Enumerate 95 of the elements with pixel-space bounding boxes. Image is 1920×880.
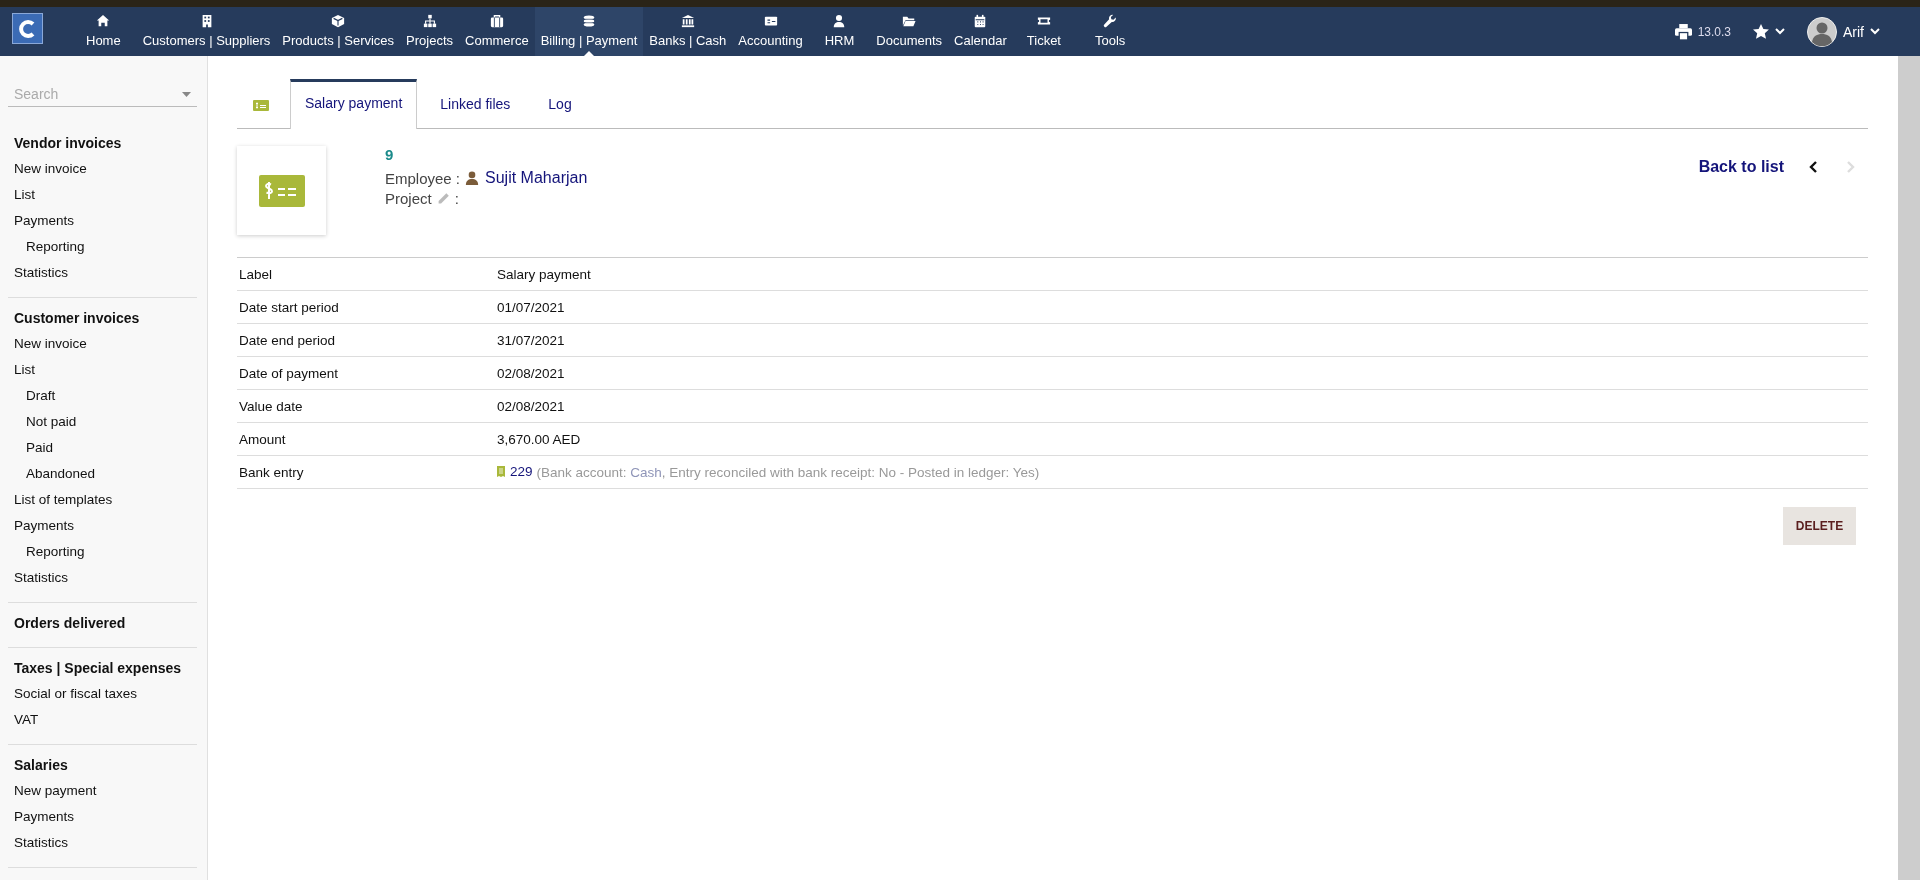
calendar-icon [973, 14, 988, 28]
app-logo[interactable] [12, 13, 43, 44]
tab[interactable]: Log [533, 81, 587, 128]
chevron-left-icon [1809, 161, 1818, 173]
sidebar-section-title[interactable]: Customer invoices [14, 308, 140, 334]
scrollbar[interactable] [1898, 56, 1920, 880]
chevron-right-icon [1846, 161, 1855, 173]
caret-icon [1870, 28, 1880, 35]
folder-icon [902, 14, 917, 28]
field-label: Employee : [385, 169, 461, 187]
nav-menu-item[interactable]: Accounting [732, 7, 809, 56]
nav-menu-item[interactable]: Ticket [1012, 7, 1075, 56]
payment-card-icon [253, 99, 269, 111]
table-cell: Date start period [237, 290, 495, 324]
version-label: 13.0.3 [1697, 24, 1731, 39]
hierarchy-icon [422, 14, 437, 28]
sidebar-item[interactable]: Statistics [14, 568, 68, 594]
sidebar-item[interactable]: Payments [14, 807, 75, 833]
sidebar-item[interactable]: Payments [14, 516, 75, 542]
table-cell: 3,670.00 AED [495, 422, 1868, 456]
person-icon [465, 171, 480, 185]
bank-icon [680, 14, 695, 28]
table-cell: Label [237, 257, 495, 291]
print-button[interactable] [1674, 23, 1692, 40]
sidebar-item[interactable]: Social or fiscal taxes [14, 684, 138, 710]
delete-button[interactable]: DELETE [1783, 507, 1856, 545]
sidebar-item[interactable]: Reporting [14, 237, 85, 263]
bookmarks-button[interactable] [1753, 24, 1785, 39]
nav-menu-item[interactable]: Projects [400, 7, 460, 56]
bank-entry-details: (Bank account: Cash, Entry reconciled with bank receipt: No - Posted in ledger: Yes) [536, 465, 1040, 480]
sidebar-item[interactable]: New payment [14, 781, 97, 807]
nav-menu-item[interactable]: Products | Services [276, 7, 401, 56]
nav-menu-item[interactable]: HRM [808, 7, 871, 56]
table-cell: Salary payment [495, 257, 1868, 291]
nav-menu-item[interactable]: Calendar [948, 7, 1013, 56]
sidebar-item[interactable]: Payments [14, 211, 75, 237]
selected-indicator [583, 51, 594, 56]
employee-link[interactable]: Sujit Maharjan [465, 169, 588, 187]
sidebar-item[interactable]: Not paid [14, 412, 77, 438]
sidebar-section-title[interactable]: Vendor invoices [14, 133, 122, 159]
bank-entry-link[interactable]: 229 [497, 464, 533, 479]
sidebar-item[interactable]: New invoice [14, 334, 87, 360]
coin-stack-icon [581, 14, 596, 28]
table-cell: Amount [237, 422, 495, 456]
sidebar-item[interactable]: New invoice [14, 159, 87, 185]
pencil-icon [436, 192, 450, 205]
record-reference: 9 [385, 146, 395, 163]
star-icon [1753, 24, 1769, 39]
table-cell: Date end period [237, 323, 495, 357]
nav-menu-item[interactable]: Banks | Cash [643, 7, 733, 56]
sidebar-section-title[interactable]: Taxes | Special expenses [14, 658, 182, 684]
print-icon [1674, 23, 1692, 40]
sidebar-item[interactable]: List of templates [14, 490, 113, 516]
table-cell: 01/07/2021 [495, 290, 1868, 324]
table-cell: Bank entry [237, 455, 495, 489]
sidebar-item[interactable]: Reporting [14, 542, 85, 568]
nav-menu-item[interactable]: Billing | Payment [534, 7, 644, 56]
table-cell: Value date [237, 389, 495, 423]
wrench-icon [1103, 14, 1118, 28]
search-field[interactable]: Search [14, 86, 182, 102]
table-cell: 02/08/2021 [495, 389, 1868, 423]
avatar-icon [1807, 16, 1837, 47]
person-icon [832, 14, 847, 28]
cube-icon [331, 14, 346, 28]
back-to-list-link[interactable]: Back to list [1698, 158, 1784, 176]
table-cell: 02/08/2021 [495, 356, 1868, 390]
sidebar-item[interactable]: Paid [14, 438, 54, 464]
sidebar-item[interactable]: VAT [14, 710, 39, 736]
briefcase-icon [489, 14, 504, 28]
sidebar-item[interactable]: Statistics [14, 263, 68, 289]
table-cell: 31/07/2021 [495, 323, 1868, 357]
payment-card-icon [258, 174, 305, 207]
caret-icon [1775, 28, 1785, 35]
banknote-icon [763, 14, 778, 28]
sidebar-item[interactable]: Draft [14, 386, 56, 412]
sidebar-item[interactable]: Statistics [14, 833, 68, 859]
home-icon [96, 14, 111, 28]
nav-menu-item[interactable]: Tools [1075, 7, 1146, 56]
nav-menu-item[interactable]: Commerce [459, 7, 535, 56]
sidebar-item[interactable]: List [14, 185, 35, 211]
nav-menu-item[interactable]: Customers | Suppliers [136, 7, 277, 56]
sidebar-item[interactable]: List [14, 360, 35, 386]
table-cell: Date of payment [237, 356, 495, 390]
field-label: Project [385, 190, 432, 207]
sidebar-item[interactable]: Abandoned [14, 464, 96, 490]
colon-label: : [454, 190, 459, 207]
sidebar-section-title[interactable]: Orders delivered [14, 613, 126, 639]
tab[interactable]: Salary payment [290, 79, 418, 129]
nav-menu-item[interactable]: Documents [870, 7, 949, 56]
tab[interactable]: Linked files [425, 81, 526, 128]
user-menu-button[interactable]: Arif [1807, 16, 1880, 47]
dropdown-arrow-icon [182, 91, 191, 97]
sidebar-section-title[interactable]: Salaries [14, 755, 68, 781]
nav-menu-item[interactable]: Home [70, 7, 137, 56]
receipt-icon [497, 466, 505, 477]
